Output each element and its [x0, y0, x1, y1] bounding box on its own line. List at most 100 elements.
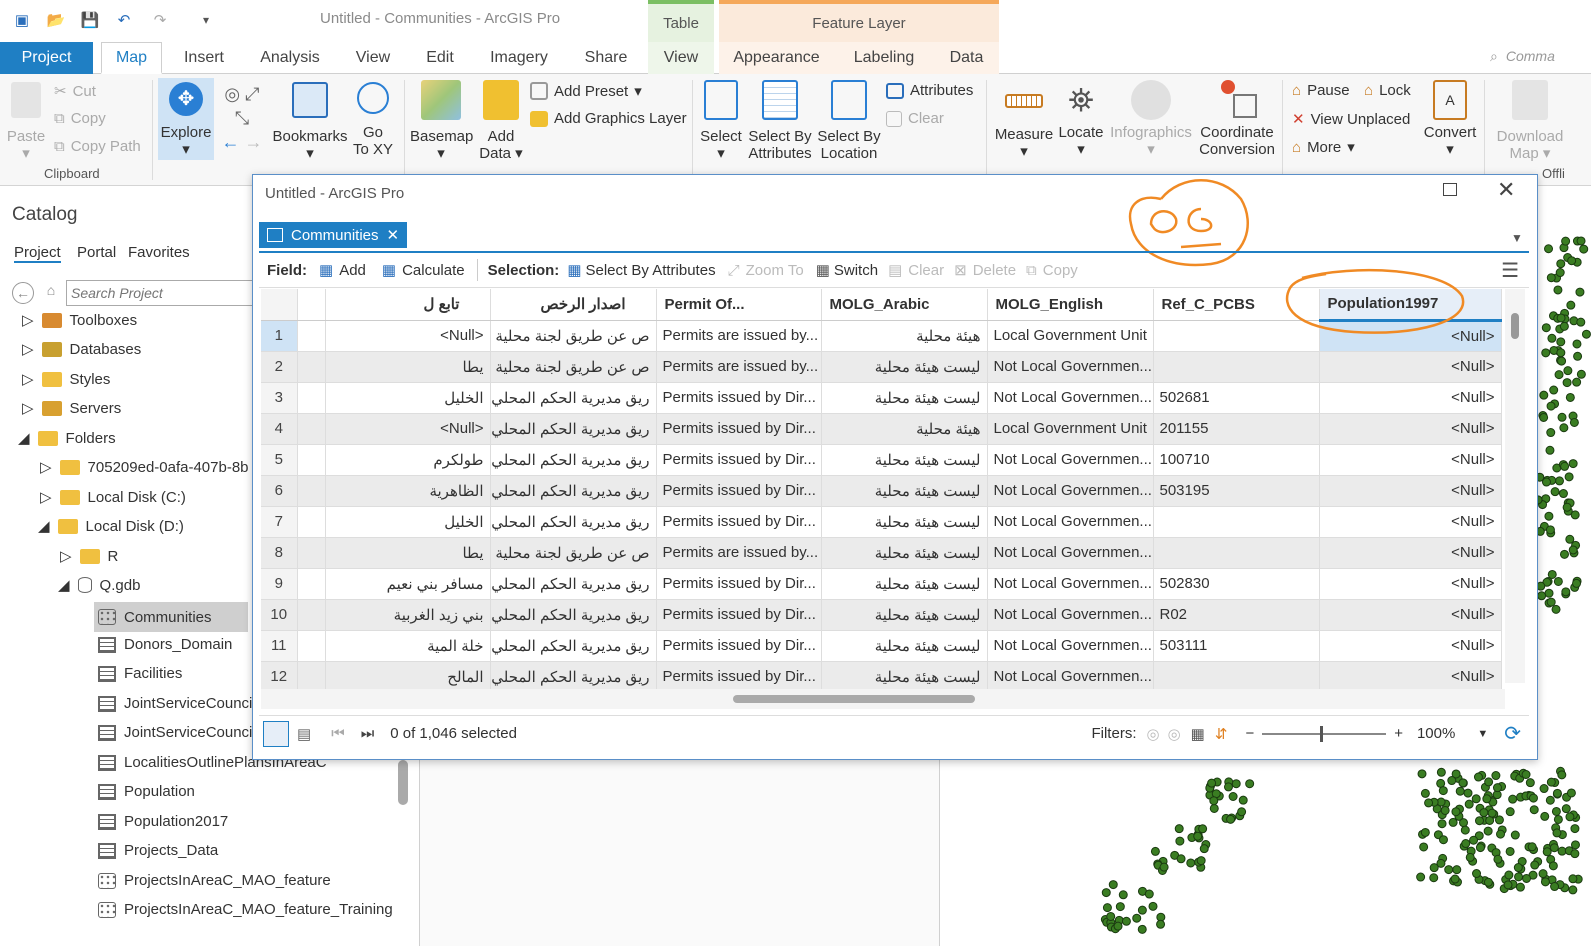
table-cell[interactable]: Not Local Governmen... [987, 630, 1154, 662]
map-point[interactable] [1546, 777, 1556, 787]
table-cell[interactable]: Not Local Governmen... [987, 382, 1154, 414]
map-point[interactable] [1538, 869, 1548, 879]
map-point[interactable] [1529, 805, 1539, 815]
map-point[interactable] [1144, 889, 1154, 899]
copy-path-button[interactable]: ⧉ Copy Path [54, 138, 141, 155]
map-point[interactable] [1561, 587, 1571, 597]
more-labeling-button[interactable]: ⌂ More ▾ [1292, 138, 1355, 157]
map-point[interactable] [1547, 333, 1557, 343]
map-point[interactable] [1245, 779, 1255, 789]
table-cell[interactable]: <Null> [1319, 599, 1502, 631]
download-map-button[interactable]: Download Map ▾ [1492, 80, 1568, 162]
row-selector[interactable] [297, 351, 326, 383]
map-point[interactable] [1566, 300, 1576, 310]
table-cell[interactable]: ريق مديرية الحكم المحلي [490, 661, 657, 693]
tree-item-q-gdb[interactable]: ◢ Q.gdb [58, 576, 140, 595]
table-cell[interactable]: <Null> [1319, 382, 1502, 414]
column-header[interactable]: MOLG_Arabic [821, 289, 988, 321]
map-point[interactable] [1541, 348, 1551, 358]
map-point[interactable] [1561, 804, 1571, 814]
table-cell[interactable]: <Null> [1319, 413, 1502, 445]
map-point[interactable] [1452, 865, 1462, 875]
select-button[interactable]: Select ▾ [698, 80, 744, 162]
map-point[interactable] [1465, 852, 1475, 862]
map-point[interactable] [1522, 873, 1532, 883]
map-point[interactable] [1544, 244, 1554, 254]
catalog-tab-project[interactable]: Project [14, 244, 61, 263]
filter-extent-icon[interactable]: ◎ [1146, 725, 1159, 743]
map-point[interactable] [1440, 805, 1450, 815]
map-point[interactable] [1118, 890, 1128, 900]
row-number[interactable]: 5 [261, 444, 298, 476]
table-cell[interactable]: Permits issued by Dir... [656, 444, 822, 476]
row-number[interactable]: 7 [261, 506, 298, 538]
tab-table-view[interactable]: View [648, 42, 714, 74]
row-number[interactable]: 4 [261, 413, 298, 445]
map-point[interactable] [1207, 778, 1217, 788]
table-cell[interactable]: <Null> [1319, 475, 1502, 507]
row-selector[interactable] [297, 599, 326, 631]
row-number[interactable]: 11 [261, 630, 298, 662]
tree-item-communities[interactable]: Communities [94, 602, 248, 632]
table-cell[interactable]: 100710 [1153, 444, 1320, 476]
tab-edit[interactable]: Edit [417, 42, 463, 74]
map-point[interactable] [1568, 885, 1578, 895]
switch-button[interactable]: Switch [834, 262, 878, 279]
table-cell[interactable] [1153, 351, 1320, 383]
catalog-scrollbar[interactable] [398, 760, 408, 805]
map-point[interactable] [1566, 788, 1576, 798]
map-point[interactable] [1554, 370, 1564, 380]
map-point[interactable] [1504, 870, 1514, 880]
map-point[interactable] [1494, 815, 1504, 825]
map-point[interactable] [1546, 401, 1556, 411]
map-point[interactable] [1493, 854, 1503, 864]
map-point[interactable] [1558, 489, 1568, 499]
map-point[interactable] [1473, 772, 1483, 782]
map-point[interactable] [1137, 905, 1147, 915]
map-point[interactable] [1565, 392, 1575, 402]
map-point[interactable] [1553, 576, 1563, 586]
map-point[interactable] [1472, 869, 1482, 879]
tree-item-projects-mao[interactable]: ProjectsInAreaC_MAO_feature [98, 872, 331, 889]
tree-item-facilities[interactable]: Facilities [98, 665, 182, 682]
definition-query-icon[interactable]: ▦ [1191, 725, 1205, 743]
command-search[interactable]: ⌕ Comma [1490, 48, 1555, 65]
map-point[interactable] [1505, 807, 1515, 817]
catalog-tab-portal[interactable]: Portal [77, 244, 116, 261]
row-selector[interactable] [297, 537, 326, 569]
map-point[interactable] [1552, 788, 1562, 798]
map-point[interactable] [1447, 776, 1457, 786]
select-all-corner[interactable] [261, 289, 298, 321]
table-cell[interactable]: Not Local Governmen... [987, 568, 1154, 600]
map-point[interactable] [1417, 769, 1427, 779]
zoom-level-select[interactable]: 100% [1417, 725, 1455, 742]
map-point[interactable] [1550, 487, 1560, 497]
map-point[interactable] [1175, 836, 1185, 846]
map-point[interactable] [1113, 921, 1123, 931]
save-project-icon[interactable]: 💾 [80, 10, 100, 30]
table-cell[interactable]: <Null> [1319, 351, 1502, 383]
map-point[interactable] [1530, 860, 1540, 870]
table-row[interactable]: 3 الخليل ريق مديرية الحكم المحلي Permits is… [261, 382, 1502, 414]
table-cell[interactable] [1153, 537, 1320, 569]
map-point[interactable] [1416, 872, 1426, 882]
map-point[interactable] [1464, 799, 1474, 809]
map-point[interactable] [1487, 808, 1497, 818]
map-point[interactable] [1555, 268, 1565, 278]
show-selected-records-icon[interactable]: ▤ [297, 725, 311, 743]
map-point[interactable] [1568, 874, 1578, 884]
infographics-button[interactable]: Infographics ▾ [1108, 80, 1194, 158]
map-point[interactable] [1419, 842, 1429, 852]
table-cell[interactable]: المالح [325, 661, 491, 693]
map-point[interactable] [1492, 783, 1502, 793]
pause-labels-button[interactable]: ⌂ Pause [1292, 82, 1350, 99]
map-point[interactable] [1557, 356, 1567, 366]
view-unplaced-button[interactable]: ✕ View Unplaced [1292, 110, 1410, 129]
table-cell[interactable]: <Null> [325, 413, 491, 445]
explore-button[interactable]: ✥ Explore ▾ [158, 78, 214, 160]
map-point[interactable] [1570, 824, 1580, 834]
map-point[interactable] [1463, 788, 1473, 798]
map-point[interactable] [1484, 777, 1494, 787]
map-point[interactable] [1572, 578, 1582, 588]
map-point[interactable] [1209, 796, 1219, 806]
